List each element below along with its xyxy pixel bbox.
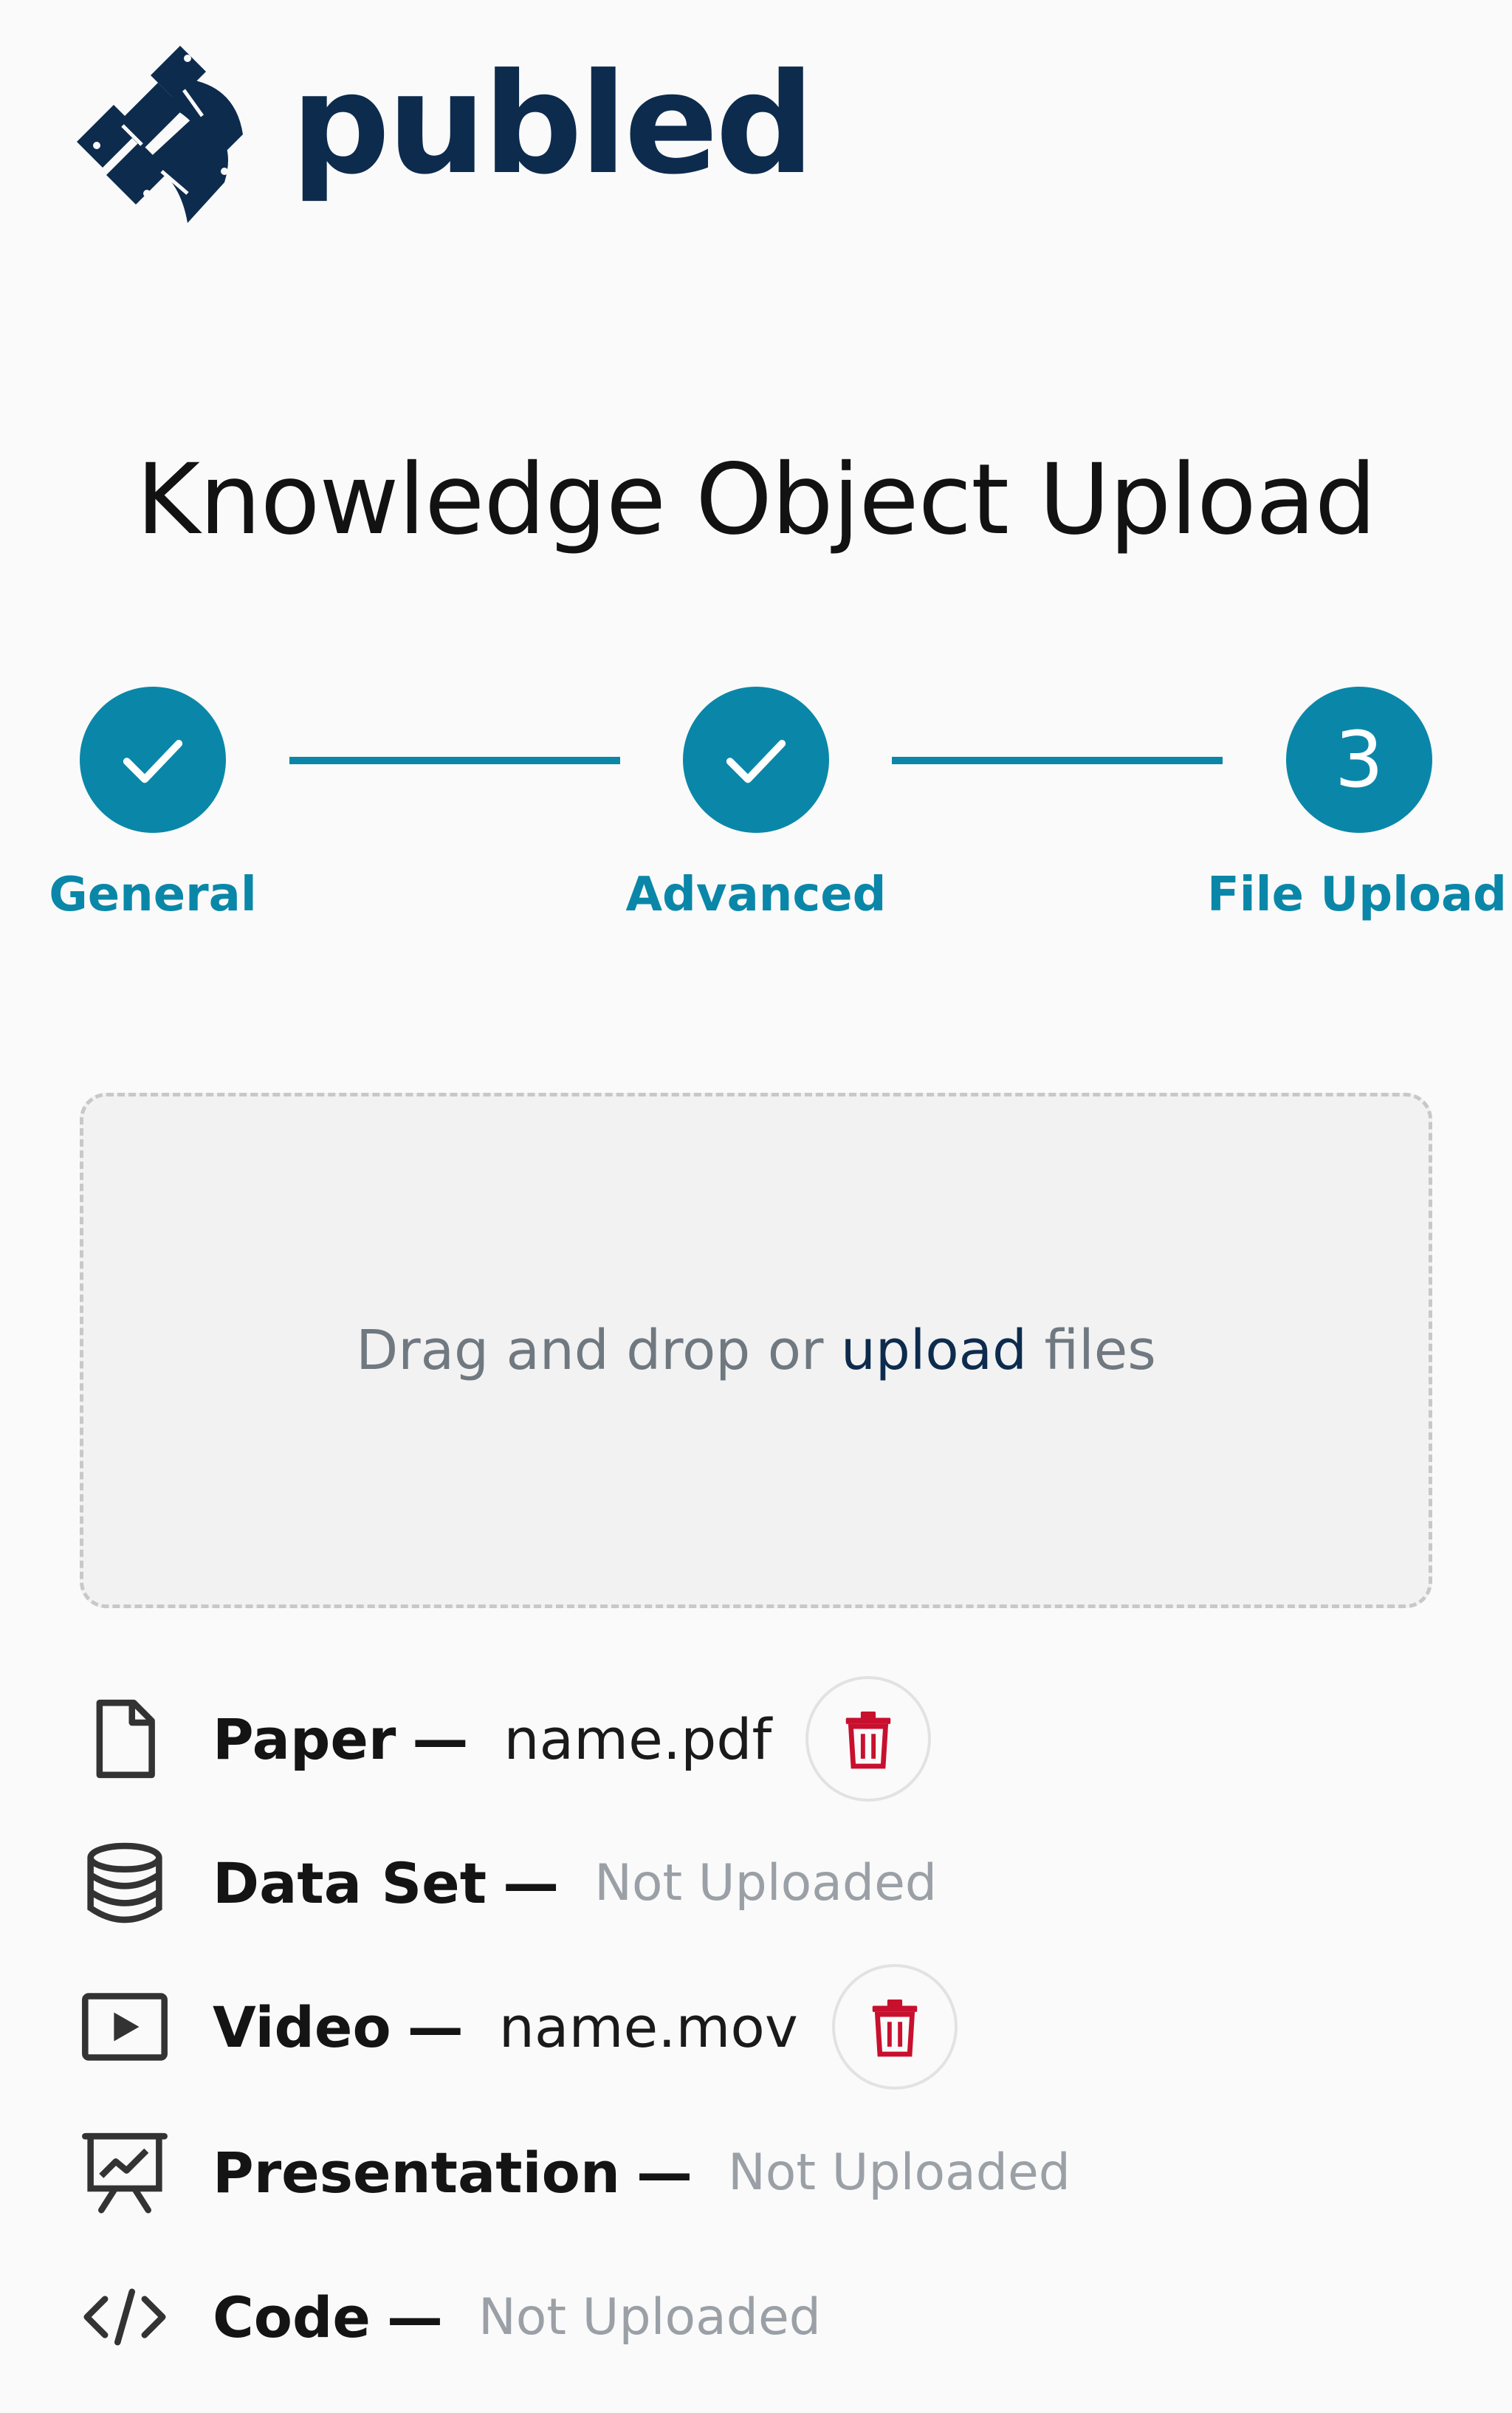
separator-dash: — [412, 1706, 469, 1772]
file-type-label: Data Set [213, 1850, 487, 1916]
file-type-label: Paper [213, 1706, 396, 1772]
file-type-label: Code [213, 2284, 371, 2350]
delete-video-button[interactable] [831, 1964, 958, 2090]
file-type-label: Video [213, 1994, 391, 2060]
step-file-upload-circle[interactable]: 3 [1286, 687, 1432, 833]
code-icon [80, 2269, 176, 2365]
file-row-paper: Paper — name.pdf [80, 1672, 932, 1805]
presentation-icon [80, 2124, 176, 2220]
page-title: Knowledge Object Upload [136, 443, 1377, 557]
upload-link[interactable]: upload [841, 1319, 1027, 1382]
file-row-video: Video — name.mov [80, 1960, 958, 2093]
checkmark-icon [123, 740, 183, 783]
step-advanced-circle[interactable] [683, 687, 829, 833]
file-row-code: Code — Not Uploaded [80, 2251, 821, 2383]
progress-stepper: 3 General Advanced File Upload [0, 687, 1512, 938]
file-type-label: Presentation [213, 2139, 620, 2206]
separator-dash: — [407, 1994, 464, 2060]
step-number: 3 [1334, 715, 1384, 805]
step-connector [289, 757, 620, 764]
step-label-advanced[interactable]: Advanced [626, 868, 887, 922]
brand-name: publed [291, 44, 815, 205]
file-status: Not Uploaded [478, 2287, 821, 2347]
brand-logo[interactable]: publed [77, 44, 815, 230]
file-name: name.pdf [504, 1706, 772, 1772]
video-icon [80, 1979, 176, 2075]
step-connector [892, 757, 1223, 764]
database-icon [80, 1835, 176, 1931]
file-name: name.mov [498, 1994, 798, 2060]
trash-icon [846, 1712, 891, 1769]
file-status: Not Uploaded [727, 2143, 1071, 2202]
delete-paper-button[interactable] [805, 1676, 932, 1802]
checkmark-icon [726, 740, 786, 783]
step-label-general[interactable]: General [49, 868, 257, 922]
document-icon [80, 1691, 176, 1787]
dropzone-instructions: Drag and drop or upload files [356, 1319, 1156, 1382]
separator-dash: — [386, 2284, 443, 2350]
file-row-presentation: Presentation — Not Uploaded [80, 2106, 1071, 2239]
separator-dash: — [636, 2139, 693, 2206]
step-label-file-upload[interactable]: File Upload [1207, 868, 1507, 922]
page: publed Knowledge Object Upload 3 General… [0, 0, 1512, 2413]
separator-dash: — [503, 1850, 560, 1916]
publed-logo-icon [77, 46, 243, 223]
step-general-circle[interactable] [80, 687, 226, 833]
file-status: Not Uploaded [594, 1853, 938, 1912]
file-dropzone[interactable]: Drag and drop or upload files [80, 1093, 1432, 1608]
file-row-data-set: Data Set — Not Uploaded [80, 1816, 937, 1949]
trash-icon [872, 2000, 918, 2057]
